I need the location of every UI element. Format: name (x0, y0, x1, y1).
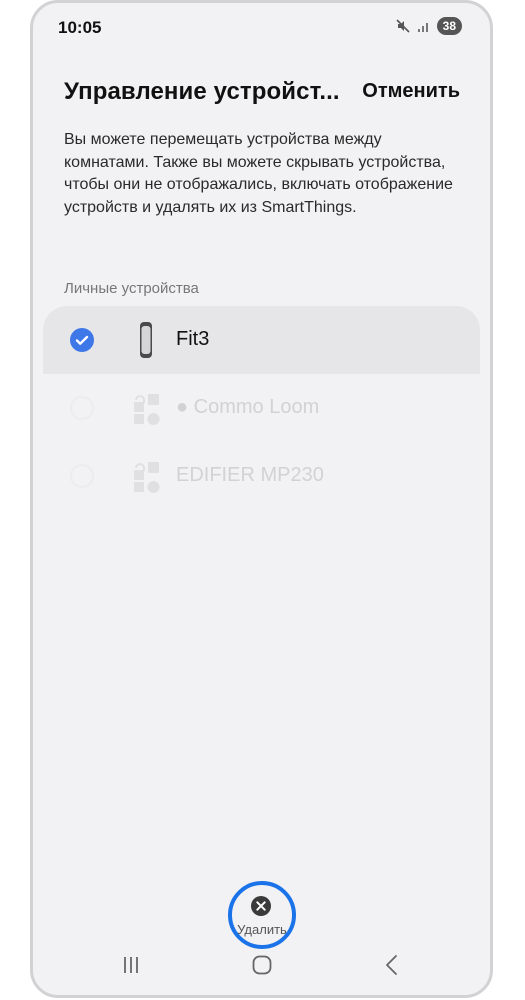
checkbox-checked[interactable] (70, 328, 94, 352)
device-label: Fit3 (176, 328, 210, 350)
device-row-commo-loom: ● Commo Loom (43, 374, 480, 442)
device-label: EDIFIER MP230 (176, 464, 324, 486)
description-text: Вы можете перемещать устройства между ко… (64, 131, 453, 216)
section-title: Личные устройства (64, 280, 199, 297)
device-row-fit3[interactable]: Fit3 (43, 306, 480, 374)
status-time: 10:05 (58, 18, 102, 37)
checkbox-unchecked (70, 396, 94, 420)
device-row-edifier: EDIFIER MP230 (43, 442, 480, 510)
delete-label: Удалить (237, 922, 287, 937)
signal-icon (417, 23, 428, 32)
back-icon[interactable] (377, 953, 407, 977)
fitness-band-icon (126, 320, 166, 360)
status-icons: 38 (395, 17, 462, 35)
device-label: ● Commo Loom (176, 396, 320, 418)
cancel-button[interactable]: Отменить (362, 80, 460, 103)
home-icon[interactable] (247, 953, 277, 977)
page-title: Управление устройст... (64, 78, 340, 105)
battery-indicator: 38 (436, 17, 462, 35)
navigation-bar (33, 945, 490, 985)
status-bar: 10:05 38 (33, 3, 490, 53)
device-list: Fit3 ● Commo Loom EDIFIER MP230 (43, 306, 480, 510)
phone-screen: 10:05 38 Управление устройст... Отменить… (30, 0, 493, 998)
mute-icon (396, 19, 410, 33)
device-shapes-icon (126, 388, 166, 428)
checkbox-unchecked (70, 464, 94, 488)
device-shapes-icon (126, 456, 166, 496)
close-circle-icon (251, 896, 271, 916)
recent-apps-icon[interactable] (116, 953, 146, 977)
delete-button[interactable]: Удалить (228, 881, 296, 949)
checkmark-icon (75, 335, 89, 345)
header: Управление устройст... Отменить (33, 73, 490, 113)
